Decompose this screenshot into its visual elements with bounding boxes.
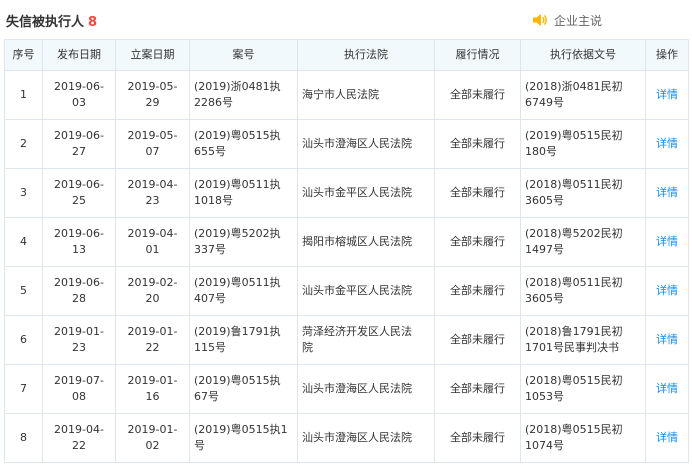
cell-court-name: 汕头市澄海区人民法院 [297, 413, 435, 463]
cell-court-name: 汕头市金平区人民法院 [297, 168, 435, 218]
column-header-filing-date: 立案日期 [115, 39, 190, 71]
detail-link[interactable]: 详情 [656, 88, 678, 101]
cell-detail-link: 详情 [645, 217, 689, 267]
detail-link[interactable]: 详情 [656, 382, 678, 395]
cell-publish-date: 2019-06- 28 [42, 266, 116, 316]
table-header-row: 序号 发布日期 立案日期 案号 执行法院 履行情况 执行依据文号 操作 [4, 39, 689, 71]
cell-publish-date: 2019-01- 23 [42, 315, 116, 365]
cell-publish-date: 2019-06- 25 [42, 168, 116, 218]
cell-basis-document-number: (2019)粤0515民初 180号 [520, 119, 646, 169]
cell-basis-document-number: (2018)浙0481民初 6749号 [520, 70, 646, 120]
cell-performance-status: 全部未履行 [434, 364, 521, 414]
cell-basis-document-number: (2018)粤0515民初 1053号 [520, 364, 646, 414]
cell-row-index: 7 [4, 364, 43, 414]
cell-row-index: 6 [4, 315, 43, 365]
cell-row-index: 5 [4, 266, 43, 316]
record-count: 8 [88, 15, 98, 30]
cell-performance-status: 全部未履行 [434, 315, 521, 365]
cell-row-index: 3 [4, 168, 43, 218]
column-header-action: 操作 [645, 39, 689, 71]
cell-performance-status: 全部未履行 [434, 70, 521, 120]
cell-court-name: 揭阳市榕城区人民法院 [297, 217, 435, 267]
table-row: 4 2019-06- 13 2019-04- 01 (2019)粤5202执 337号 揭阳市… [4, 217, 689, 267]
column-header-publish-date: 发布日期 [42, 39, 116, 71]
column-header-court: 执行法院 [297, 39, 435, 71]
cell-filing-date: 2019-04- 01 [115, 217, 190, 267]
cell-performance-status: 全部未履行 [434, 217, 521, 267]
cell-basis-document-number: (2018)粤0511民初 3605号 [520, 168, 646, 218]
detail-link[interactable]: 详情 [656, 235, 678, 248]
cell-case-number: (2019)粤0515执 655号 [189, 119, 298, 169]
cell-row-index: 4 [4, 217, 43, 267]
table-row: 7 2019-07- 08 2019-01- 16 (2019)粤0515执 67号 汕头市澄… [4, 364, 689, 414]
cell-detail-link: 详情 [645, 266, 689, 316]
speaker-icon [533, 14, 547, 26]
cell-case-number: (2019)粤0511执 407号 [189, 266, 298, 316]
column-header-case-number: 案号 [189, 39, 298, 71]
table-row: 8 2019-04- 22 2019-01- 02 (2019)粤0515执1 号汕头市澄海… [4, 413, 689, 463]
cell-court-name: 汕头市金平区人民法院 [297, 266, 435, 316]
cell-detail-link: 详情 [645, 168, 689, 218]
cell-case-number: (2019)粤0515执1 号 [189, 413, 298, 463]
dishonest-debtor-table: 序号 发布日期 立案日期 案号 执行法院 履行情况 执行依据文号 操作 1 2019-06- 03… [4, 39, 689, 463]
cell-performance-status: 全部未履行 [434, 119, 521, 169]
table-row: 2 2019-06- 27 2019-05- 07 (2019)粤0515执 655号 汕头市… [4, 119, 689, 169]
column-header-performance: 履行情况 [434, 39, 521, 71]
section-title-text: 失信被执行人 [6, 15, 85, 30]
table-body: 1 2019-06- 03 2019-05- 29 (2019)浙0481执 2286号 海宁… [4, 70, 689, 463]
table-row: 5 2019-06- 28 2019-02- 20 (2019)粤0511执 407号 汕头市… [4, 266, 689, 316]
cell-publish-date: 2019-06- 13 [42, 217, 116, 267]
cell-publish-date: 2019-06- 03 [42, 70, 116, 120]
cell-case-number: (2019)浙0481执 2286号 [189, 70, 298, 120]
cell-publish-date: 2019-07- 08 [42, 364, 116, 414]
cell-performance-status: 全部未履行 [434, 266, 521, 316]
detail-link[interactable]: 详情 [656, 186, 678, 199]
cell-detail-link: 详情 [645, 413, 689, 463]
column-header-basis-document: 执行依据文号 [520, 39, 646, 71]
section-title: 失信被执行人 8 [6, 11, 97, 30]
section-header: 失信被执行人 8 企业主说 [0, 0, 692, 40]
cell-row-index: 8 [4, 413, 43, 463]
cell-basis-document-number: (2018)粤0515民初 1074号 [520, 413, 646, 463]
cell-detail-link: 详情 [645, 315, 689, 365]
cell-case-number: (2019)粤5202执 337号 [189, 217, 298, 267]
cell-case-number: (2019)粤0511执 1018号 [189, 168, 298, 218]
cell-filing-date: 2019-04- 23 [115, 168, 190, 218]
detail-link[interactable]: 详情 [656, 137, 678, 150]
cell-row-index: 1 [4, 70, 43, 120]
cell-filing-date: 2019-01- 16 [115, 364, 190, 414]
cell-publish-date: 2019-06- 27 [42, 119, 116, 169]
cell-filing-date: 2019-02- 20 [115, 266, 190, 316]
cell-filing-date: 2019-05- 07 [115, 119, 190, 169]
cell-row-index: 2 [4, 119, 43, 169]
table-row: 3 2019-06- 25 2019-04- 23 (2019)粤0511执 1018号 汕头… [4, 168, 689, 218]
cell-filing-date: 2019-01- 02 [115, 413, 190, 463]
cell-detail-link: 详情 [645, 119, 689, 169]
cell-basis-document-number: (2018)粤0511民初 3605号 [520, 266, 646, 316]
cell-filing-date: 2019-05- 29 [115, 70, 190, 120]
table-row: 6 2019-01- 23 2019-01- 22 (2019)鲁1791执 115号 菏泽经… [4, 315, 689, 365]
detail-link[interactable]: 详情 [656, 333, 678, 346]
column-header-index: 序号 [4, 39, 43, 71]
cell-publish-date: 2019-04- 22 [42, 413, 116, 463]
cell-court-name: 菏泽经济开发区人民法院 [297, 315, 435, 365]
detail-link[interactable]: 详情 [656, 431, 678, 444]
detail-link[interactable]: 详情 [656, 284, 678, 297]
cell-court-name: 海宁市人民法院 [297, 70, 435, 120]
table-row: 1 2019-06- 03 2019-05- 29 (2019)浙0481执 2286号 海宁… [4, 70, 689, 120]
cell-basis-document-number: (2018)鲁1791民初 1701号民事判决书 [520, 315, 646, 365]
cell-court-name: 汕头市澄海区人民法院 [297, 119, 435, 169]
cell-basis-document-number: (2018)粤5202民初 1497号 [520, 217, 646, 267]
cell-court-name: 汕头市澄海区人民法院 [297, 364, 435, 414]
owner-statement-label: 企业主说 [554, 13, 603, 28]
cell-filing-date: 2019-01- 22 [115, 315, 190, 365]
cell-performance-status: 全部未履行 [434, 413, 521, 463]
cell-performance-status: 全部未履行 [434, 168, 521, 218]
cell-case-number: (2019)鲁1791执 115号 [189, 315, 298, 365]
cell-detail-link: 详情 [645, 70, 689, 120]
owner-statement-link[interactable]: 企业主说 [532, 11, 602, 29]
cell-detail-link: 详情 [645, 364, 689, 414]
cell-case-number: (2019)粤0515执 67号 [189, 364, 298, 414]
